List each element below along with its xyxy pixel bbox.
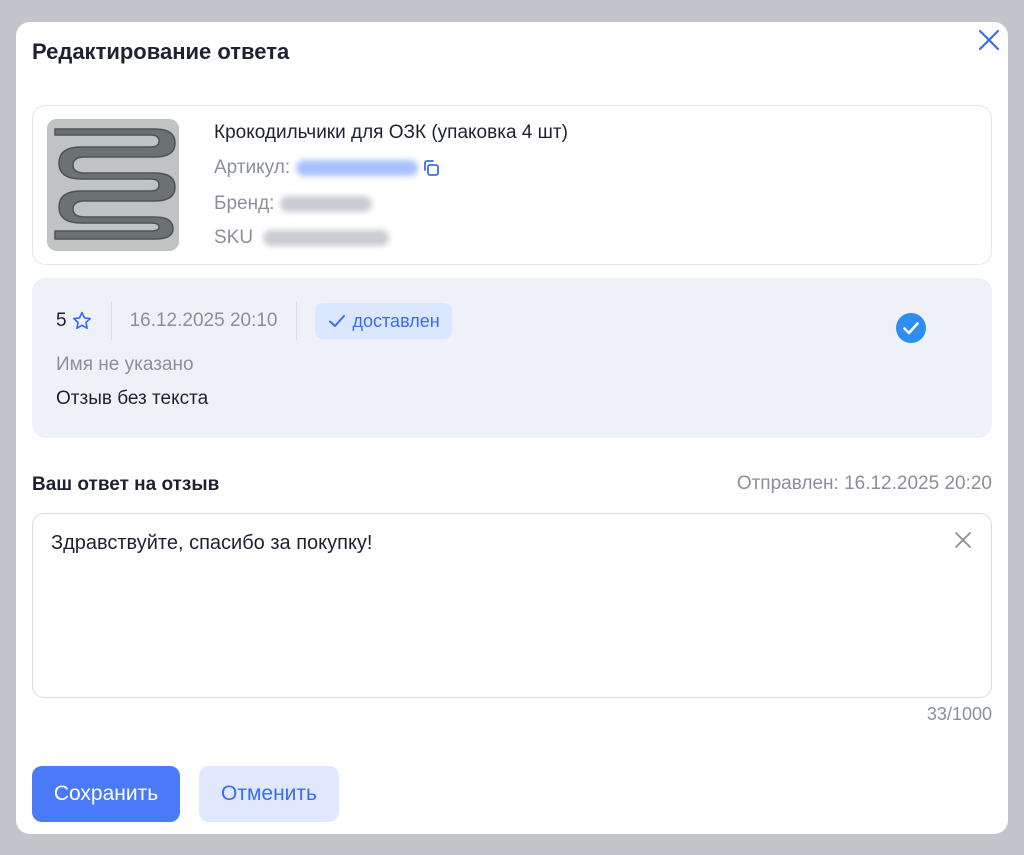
product-name: Крокодильчики для ОЗК (упаковка 4 шт) — [214, 122, 568, 143]
review-card: 5 16.12.2025 20:10 доставлен Имя не указ… — [32, 278, 992, 438]
reply-label: Ваш ответ на отзыв — [32, 474, 220, 495]
product-image — [47, 119, 179, 251]
close-button[interactable] — [973, 24, 1005, 56]
review-text: Отзыв без текста — [56, 388, 209, 409]
divider — [110, 302, 112, 340]
copy-icon — [424, 160, 440, 176]
brand-row: Бренд: — [214, 192, 373, 216]
article-value-redacted — [296, 160, 419, 176]
reply-sent-timestamp: Отправлен: 16.12.2025 20:20 — [736, 473, 992, 494]
char-counter: 33/1000 — [926, 704, 992, 724]
cancel-button[interactable]: Отменить — [199, 766, 339, 822]
clear-icon — [955, 532, 971, 548]
brand-value-redacted — [280, 196, 373, 212]
review-author: Имя не указано — [56, 354, 194, 375]
close-icon — [978, 29, 1000, 51]
modal-title: Редактирование ответа — [32, 39, 290, 64]
rating-value: 5 — [56, 310, 67, 331]
clear-reply-button[interactable] — [949, 526, 977, 554]
review-rating: 5 — [56, 310, 93, 332]
check-circle-icon — [896, 313, 926, 343]
review-header: 5 16.12.2025 20:10 доставлен — [56, 302, 452, 340]
article-label: Артикул: — [214, 157, 291, 178]
article-row: Артикул: — [214, 156, 442, 180]
review-date: 16.12.2025 20:10 — [129, 310, 278, 331]
edit-reply-modal: Редактирование ответа Крокодильчики для … — [16, 22, 1008, 834]
status-label: доставлен — [352, 310, 440, 331]
brand-label: Бренд: — [214, 193, 275, 214]
sku-label: SKU — [214, 227, 254, 248]
reply-textarea[interactable]: Здравствуйте, спасибо за покупку! — [32, 513, 992, 698]
status-badge: доставлен — [314, 303, 452, 339]
check-icon — [328, 315, 345, 327]
copy-article-button[interactable] — [420, 157, 442, 179]
star-outline-icon — [72, 311, 91, 330]
save-button[interactable]: Сохранить — [32, 766, 180, 822]
sku-value-redacted — [263, 230, 390, 246]
reply-text[interactable]: Здравствуйте, спасибо за покупку! — [51, 532, 372, 555]
product-card: Крокодильчики для ОЗК (упаковка 4 шт) Ар… — [32, 105, 992, 265]
divider — [295, 302, 297, 340]
sku-row: SKU — [214, 226, 390, 250]
